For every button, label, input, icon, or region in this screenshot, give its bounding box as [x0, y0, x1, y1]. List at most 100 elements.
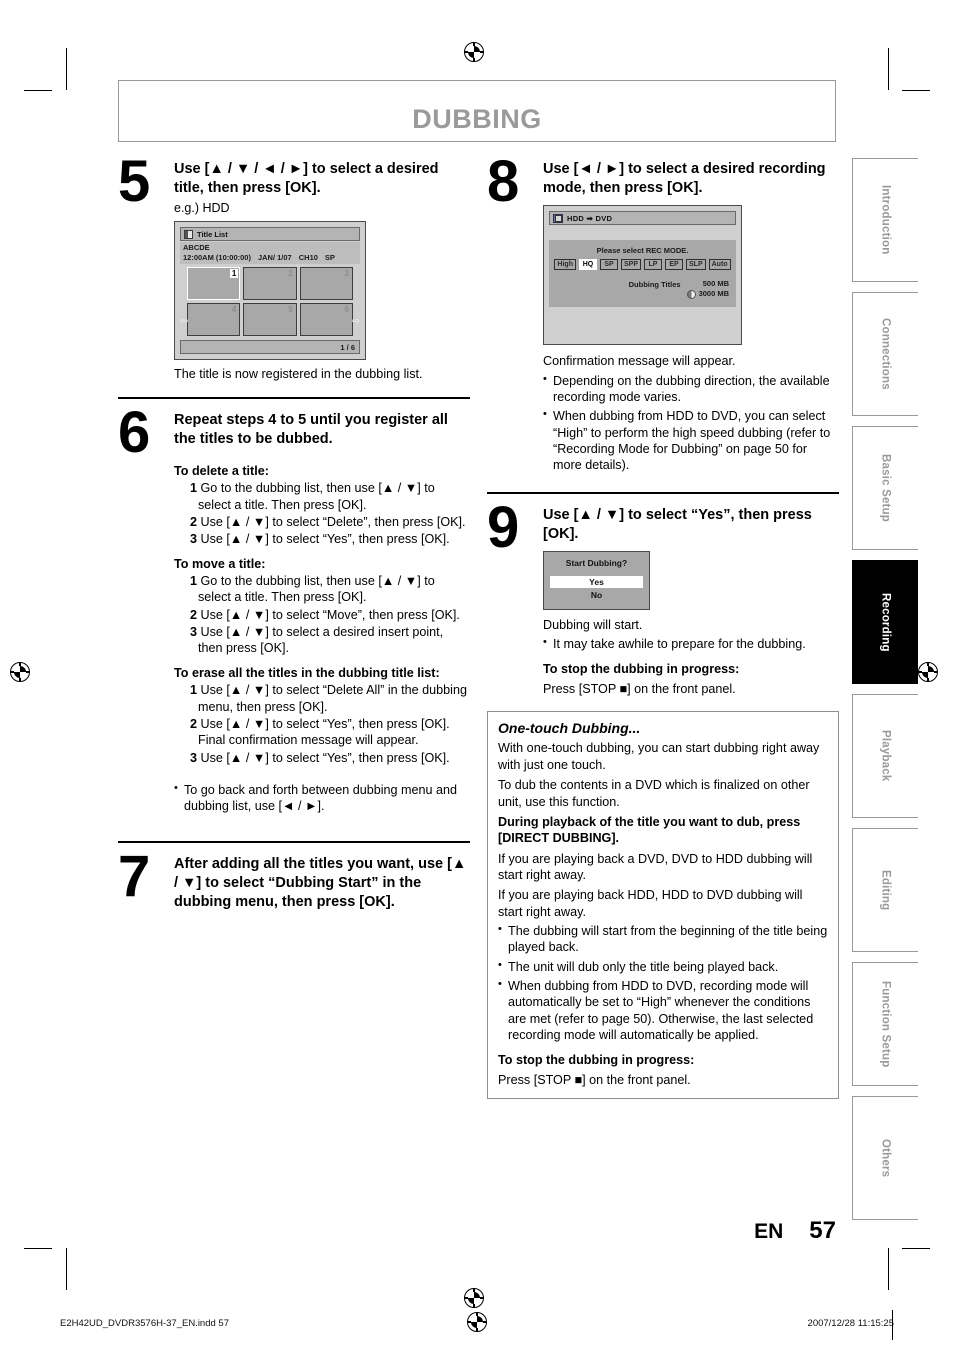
rec-mode-option-lp[interactable]: LP — [644, 259, 662, 271]
one-touch-stop-text: Press [STOP ■] on the front panel. — [498, 1072, 691, 1087]
sidebar-tab-playback[interactable]: Playback — [852, 694, 918, 818]
registration-mark-footer — [467, 1312, 487, 1332]
one-touch-paragraph-1: With one-touch dubbing, you can start du… — [498, 741, 820, 772]
osd-rec-mode-panel: Please select REC MODE. High HQ SP SPP L… — [549, 240, 736, 307]
footer-rule — [892, 1310, 893, 1340]
osd-thumbnail[interactable]: 4 — [187, 303, 241, 337]
step-8-number: 8 — [487, 149, 519, 214]
disc-icon — [686, 289, 696, 299]
osd-title-list-screenshot: Title List ABCDE 12:00AM (10:00:00) JAN/… — [174, 221, 366, 361]
page-footer: EN 57 — [754, 1217, 836, 1245]
osd-thumbnail[interactable]: 3 — [299, 267, 353, 301]
left-column: 5 Use [▲ / ▼ / ◄ / ►] to select a desire… — [118, 153, 470, 912]
osd-dubbing-direction-label: HDD ➡ DVD — [567, 213, 613, 223]
osd-thumbnail[interactable]: 6 — [299, 303, 353, 337]
rec-mode-option-spp[interactable]: SPP — [620, 259, 641, 271]
step-6-number: 6 — [118, 399, 150, 465]
rec-mode-option-ep[interactable]: EP — [665, 259, 683, 271]
source-file-name: E2H42UD_DVDR3576H-37_EN.indd 57 — [60, 1318, 229, 1329]
step-9-stop-heading: To stop the dubbing in progress: — [543, 661, 740, 676]
osd-thumbnail[interactable]: 5 — [243, 303, 297, 337]
one-touch-paragraph-2: To dub the contents in a DVD which is fi… — [498, 778, 810, 809]
osd-page-indicator-bar: 1 / 6 — [180, 340, 360, 355]
rec-mode-option-hq[interactable]: HQ — [578, 259, 597, 271]
chapter-header: DUBBING — [118, 80, 836, 142]
osd-thumbnail[interactable]: 2 — [243, 267, 297, 301]
list-item-text: Go to the dubbing list, then use [▲ / ▼]… — [198, 481, 435, 512]
next-page-arrow-icon[interactable]: ⇨ — [352, 316, 360, 327]
step-5-title: Use [▲ / ▼ / ◄ / ►] to select a desired … — [174, 161, 439, 197]
sidebar-tab-label: Introduction — [879, 185, 892, 255]
step-7-number: 7 — [118, 843, 150, 909]
osd-title-meta: ABCDE 12:00AM (10:00:00) JAN/ 1/07 CH10 … — [180, 242, 360, 265]
sidebar-tab-others[interactable]: Others — [852, 1096, 918, 1220]
step-7: 7 After adding all the titles you want, … — [118, 843, 470, 912]
sidebar-tab-basic-setup[interactable]: Basic Setup — [852, 426, 918, 550]
osd-title-date: JAN/ 1/07 — [257, 253, 292, 263]
section-divider — [487, 491, 839, 494]
list-item: To go back and forth between dubbing men… — [174, 781, 470, 815]
one-touch-direct-dubbing-instruction: During playback of the title you want to… — [498, 814, 801, 846]
sidebar-tab-function-setup[interactable]: Function Setup — [852, 962, 918, 1086]
prev-page-arrow-icon[interactable]: ⇦ — [180, 316, 188, 327]
osd-option-yes[interactable]: Yes — [550, 576, 643, 589]
step-5: 5 Use [▲ / ▼ / ◄ / ►] to select a desire… — [118, 153, 470, 383]
erase-all-heading: To erase all the titles in the dubbing t… — [174, 665, 440, 680]
osd-thumbnail-number: 3 — [344, 269, 349, 279]
step-5-caption: The title is now registered in the dubbi… — [174, 367, 423, 382]
registration-mark-right — [918, 662, 938, 682]
step-6-title: Repeat steps 4 to 5 until you register a… — [174, 411, 448, 447]
sidebar-tab-label: Others — [879, 1138, 892, 1178]
osd-title-channel: CH10 — [298, 253, 318, 263]
sidebar-tab-recording[interactable]: Recording — [852, 560, 918, 684]
osd-title-list-bar: Title List — [180, 227, 360, 242]
list-item: It may take awhile to prepare for the du… — [543, 635, 839, 652]
osd-rec-mode-screenshot: HDD ➡ DVD Please select REC MODE. High H… — [543, 205, 742, 346]
sidebar-tab-editing[interactable]: Editing — [852, 828, 918, 952]
step-8-after-text: Confirmation message will appear. — [543, 354, 736, 369]
list-item: When dubbing from HDD to DVD, recording … — [498, 977, 828, 1043]
sidebar-tab-label: Connections — [879, 318, 892, 390]
osd-thumbnail[interactable]: 1 — [187, 267, 241, 301]
list-item: The dubbing will start from the beginnin… — [498, 922, 828, 956]
osd-title-time: 12:00AM (10:00:00) — [183, 253, 251, 263]
osd-rec-mode-bar: HDD ➡ DVD — [549, 211, 736, 226]
osd-dubbing-size-info: Dubbing Titles 500 MB 3000 MB — [554, 279, 731, 299]
rec-mode-option-slp[interactable]: SLP — [686, 259, 706, 271]
crop-mark — [888, 1248, 889, 1290]
list-item: 1 Go to the dubbing list, then use [▲ / … — [190, 574, 435, 605]
rec-mode-option-sp[interactable]: SP — [599, 259, 618, 271]
osd-option-no[interactable]: No — [550, 589, 643, 601]
list-item: The unit will dub only the title being p… — [498, 958, 828, 975]
rec-mode-option-high[interactable]: High — [554, 259, 576, 271]
delete-title-heading: To delete a title: — [174, 463, 269, 478]
list-item: 2 Use [▲ / ▼] to select “Yes”, then pres… — [190, 716, 450, 748]
sidebar-tab-introduction[interactable]: Introduction — [852, 158, 918, 282]
chapter-tab-sidebar: Introduction Connections Basic Setup Rec… — [852, 158, 918, 1230]
move-title-heading: To move a title: — [174, 556, 266, 571]
erase-all-steps: 1 Use [▲ / ▼] to select “Delete All” in … — [174, 682, 470, 766]
osd-dubbing-titles-label: Dubbing Titles — [628, 280, 681, 290]
delete-title-steps: 1 Go to the dubbing list, then use [▲ / … — [174, 480, 470, 547]
osd-thumbnail-grid: 1 2 3 4 5 6 — [180, 267, 360, 337]
step-9-stop-text: Press [STOP ■] on the front panel. — [543, 682, 736, 697]
one-touch-dubbing-title: One-touch Dubbing... — [498, 720, 641, 737]
rec-mode-option-auto[interactable]: Auto — [708, 259, 731, 271]
step-9-notes: It may take awhile to prepare for the du… — [543, 635, 839, 652]
sidebar-tab-label: Function Setup — [879, 980, 892, 1068]
sidebar-tab-label: Playback — [879, 730, 892, 782]
osd-title-recmode: SP — [324, 253, 335, 263]
one-touch-stop-heading: To stop the dubbing in progress: — [498, 1052, 695, 1067]
dubbing-direction-icon — [553, 213, 563, 223]
crop-mark — [66, 48, 67, 90]
print-timestamp: 2007/12/28 11:15:25 — [807, 1318, 894, 1329]
page-number: 57 — [809, 1217, 836, 1244]
list-item-text: Go to the dubbing list, then use [▲ / ▼]… — [198, 574, 435, 605]
step-6: 6 Repeat steps 4 to 5 until you register… — [118, 399, 470, 815]
osd-thumbnail-number: 6 — [344, 305, 349, 315]
step-7-title: After adding all the titles you want, us… — [174, 855, 467, 910]
list-item: 3 Use [▲ / ▼] to select “Yes”, then pres… — [190, 750, 450, 765]
move-title-steps: 1 Go to the dubbing list, then use [▲ / … — [174, 573, 470, 657]
sidebar-tab-connections[interactable]: Connections — [852, 292, 918, 416]
crop-mark — [902, 1248, 930, 1249]
